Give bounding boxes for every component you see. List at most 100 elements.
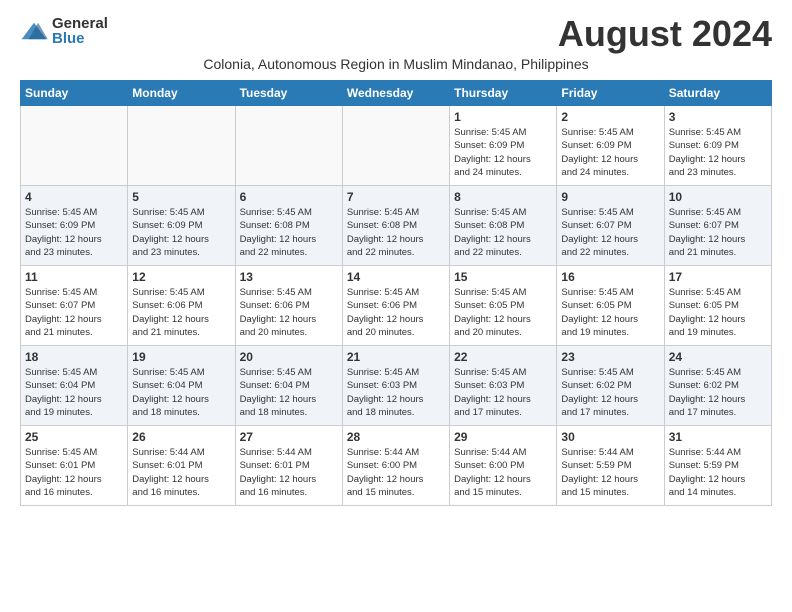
day-number: 2: [561, 110, 659, 124]
day-info: Sunrise: 5:44 AM Sunset: 5:59 PM Dayligh…: [669, 446, 767, 499]
calendar-table: SundayMondayTuesdayWednesdayThursdayFrid…: [20, 80, 772, 506]
calendar-cell: 19Sunrise: 5:45 AM Sunset: 6:04 PM Dayli…: [128, 346, 235, 426]
calendar-cell: 9 Sunrise: 5:45 AM Sunset: 6:07 PM Daylig…: [557, 186, 664, 266]
day-info: Sunrise: 5:44 AM Sunset: 6:00 PM Dayligh…: [454, 446, 552, 499]
calendar-cell: 31 Sunrise: 5:44 AM Sunset: 5:59 PM Dayli…: [664, 426, 771, 506]
day-number: 27: [240, 430, 338, 444]
day-info: Sunrise: 5:44 AM Sunset: 6:01 PM Dayligh…: [240, 446, 338, 499]
day-number: 19: [132, 350, 230, 364]
calendar-week-row: 1 Sunrise: 5:45 AM Sunset: 6:09 PM Daylig…: [21, 106, 772, 186]
day-number: 26: [132, 430, 230, 444]
calendar-week-row: 11 Sunrise: 5:45 AM Sunset: 6:07 PM Dayli…: [21, 266, 772, 346]
day-number: 18: [25, 350, 123, 364]
calendar-cell: 24 Sunrise: 5:45 AM Sunset: 6:02 PM Dayli…: [664, 346, 771, 426]
logo-icon: [20, 20, 48, 42]
day-number: 13: [240, 270, 338, 284]
day-number: 10: [669, 190, 767, 204]
calendar-cell: [128, 106, 235, 186]
weekday-header-sunday: Sunday: [21, 81, 128, 106]
calendar-cell: 22 Sunrise: 5:45 AM Sunset: 6:03 PM Dayli…: [450, 346, 557, 426]
day-info: Sunrise: 5:45 AM Sunset: 6:02 PM Dayligh…: [669, 366, 767, 419]
calendar-cell: [342, 106, 449, 186]
day-info: Sunrise: 5:45 AM Sunset: 6:08 PM Dayligh…: [454, 206, 552, 259]
calendar-cell: 25 Sunrise: 5:45 AM Sunset: 6:01 PM Dayli…: [21, 426, 128, 506]
weekday-header-saturday: Saturday: [664, 81, 771, 106]
day-info: Sunrise: 5:45 AM Sunset: 6:02 PM Dayligh…: [561, 366, 659, 419]
calendar-cell: 17Sunrise: 5:45 AM Sunset: 6:05 PM Dayli…: [664, 266, 771, 346]
day-info: Sunrise: 5:45 AM Sunset: 6:04 PM Dayligh…: [25, 366, 123, 419]
day-number: 4: [25, 190, 123, 204]
calendar-cell: [235, 106, 342, 186]
day-info: Sunrise: 5:45 AM Sunset: 6:03 PM Dayligh…: [347, 366, 445, 419]
day-info: Sunrise: 5:44 AM Sunset: 5:59 PM Dayligh…: [561, 446, 659, 499]
calendar-cell: 15Sunrise: 5:45 AM Sunset: 6:05 PM Dayli…: [450, 266, 557, 346]
calendar-cell: 14Sunrise: 5:45 AM Sunset: 6:06 PM Dayli…: [342, 266, 449, 346]
calendar-cell: 27 Sunrise: 5:44 AM Sunset: 6:01 PM Dayli…: [235, 426, 342, 506]
logo-text: General Blue: [52, 16, 108, 46]
day-number: 20: [240, 350, 338, 364]
day-info: Sunrise: 5:44 AM Sunset: 6:00 PM Dayligh…: [347, 446, 445, 499]
day-info: Sunrise: 5:45 AM Sunset: 6:06 PM Dayligh…: [240, 286, 338, 339]
calendar-cell: 21 Sunrise: 5:45 AM Sunset: 6:03 PM Dayli…: [342, 346, 449, 426]
day-info: Sunrise: 5:45 AM Sunset: 6:06 PM Dayligh…: [132, 286, 230, 339]
weekday-header-wednesday: Wednesday: [342, 81, 449, 106]
day-info: Sunrise: 5:45 AM Sunset: 6:03 PM Dayligh…: [454, 366, 552, 419]
day-number: 8: [454, 190, 552, 204]
day-info: Sunrise: 5:45 AM Sunset: 6:09 PM Dayligh…: [669, 126, 767, 179]
day-info: Sunrise: 5:45 AM Sunset: 6:07 PM Dayligh…: [669, 206, 767, 259]
calendar-cell: 6 Sunrise: 5:45 AM Sunset: 6:08 PM Daylig…: [235, 186, 342, 266]
calendar-cell: 11 Sunrise: 5:45 AM Sunset: 6:07 PM Dayli…: [21, 266, 128, 346]
calendar-cell: 28Sunrise: 5:44 AM Sunset: 6:00 PM Dayli…: [342, 426, 449, 506]
day-info: Sunrise: 5:45 AM Sunset: 6:05 PM Dayligh…: [454, 286, 552, 339]
day-number: 22: [454, 350, 552, 364]
calendar-cell: 10 Sunrise: 5:45 AM Sunset: 6:07 PM Dayli…: [664, 186, 771, 266]
calendar-cell: 8 Sunrise: 5:45 AM Sunset: 6:08 PM Daylig…: [450, 186, 557, 266]
day-info: Sunrise: 5:45 AM Sunset: 6:05 PM Dayligh…: [561, 286, 659, 339]
day-number: 12: [132, 270, 230, 284]
day-number: 9: [561, 190, 659, 204]
day-number: 31: [669, 430, 767, 444]
day-number: 3: [669, 110, 767, 124]
day-info: Sunrise: 5:45 AM Sunset: 6:09 PM Dayligh…: [25, 206, 123, 259]
calendar-cell: 29 Sunrise: 5:44 AM Sunset: 6:00 PM Dayli…: [450, 426, 557, 506]
day-info: Sunrise: 5:45 AM Sunset: 6:04 PM Dayligh…: [240, 366, 338, 419]
subtitle: Colonia, Autonomous Region in Muslim Min…: [20, 56, 772, 72]
day-number: 7: [347, 190, 445, 204]
day-number: 30: [561, 430, 659, 444]
day-number: 14: [347, 270, 445, 284]
day-info: Sunrise: 5:45 AM Sunset: 6:01 PM Dayligh…: [25, 446, 123, 499]
day-number: 29: [454, 430, 552, 444]
calendar-cell: 13 Sunrise: 5:45 AM Sunset: 6:06 PM Dayli…: [235, 266, 342, 346]
day-number: 5: [132, 190, 230, 204]
day-info: Sunrise: 5:45 AM Sunset: 6:08 PM Dayligh…: [240, 206, 338, 259]
day-info: Sunrise: 5:45 AM Sunset: 6:09 PM Dayligh…: [454, 126, 552, 179]
day-number: 24: [669, 350, 767, 364]
day-number: 11: [25, 270, 123, 284]
weekday-header-thursday: Thursday: [450, 81, 557, 106]
day-number: 23: [561, 350, 659, 364]
weekday-header-tuesday: Tuesday: [235, 81, 342, 106]
day-number: 6: [240, 190, 338, 204]
weekday-header-monday: Monday: [128, 81, 235, 106]
calendar-week-row: 18 Sunrise: 5:45 AM Sunset: 6:04 PM Dayli…: [21, 346, 772, 426]
calendar-cell: 30 Sunrise: 5:44 AM Sunset: 5:59 PM Dayli…: [557, 426, 664, 506]
calendar-cell: 7 Sunrise: 5:45 AM Sunset: 6:08 PM Daylig…: [342, 186, 449, 266]
month-title: August 2024: [558, 16, 772, 52]
calendar-cell: [21, 106, 128, 186]
calendar-week-row: 4 Sunrise: 5:45 AM Sunset: 6:09 PM Daylig…: [21, 186, 772, 266]
day-info: Sunrise: 5:45 AM Sunset: 6:07 PM Dayligh…: [561, 206, 659, 259]
day-info: Sunrise: 5:45 AM Sunset: 6:08 PM Dayligh…: [347, 206, 445, 259]
day-info: Sunrise: 5:45 AM Sunset: 6:07 PM Dayligh…: [25, 286, 123, 339]
day-number: 25: [25, 430, 123, 444]
weekday-header-friday: Friday: [557, 81, 664, 106]
day-number: 21: [347, 350, 445, 364]
calendar-week-row: 25 Sunrise: 5:45 AM Sunset: 6:01 PM Dayli…: [21, 426, 772, 506]
day-info: Sunrise: 5:45 AM Sunset: 6:09 PM Dayligh…: [561, 126, 659, 179]
calendar-cell: 4 Sunrise: 5:45 AM Sunset: 6:09 PM Daylig…: [21, 186, 128, 266]
calendar-body: 1 Sunrise: 5:45 AM Sunset: 6:09 PM Daylig…: [21, 106, 772, 506]
calendar-cell: 16Sunrise: 5:45 AM Sunset: 6:05 PM Dayli…: [557, 266, 664, 346]
day-number: 1: [454, 110, 552, 124]
calendar-cell: 2 Sunrise: 5:45 AM Sunset: 6:09 PM Daylig…: [557, 106, 664, 186]
logo: General Blue: [20, 16, 108, 46]
calendar-cell: 20 Sunrise: 5:45 AM Sunset: 6:04 PM Dayli…: [235, 346, 342, 426]
